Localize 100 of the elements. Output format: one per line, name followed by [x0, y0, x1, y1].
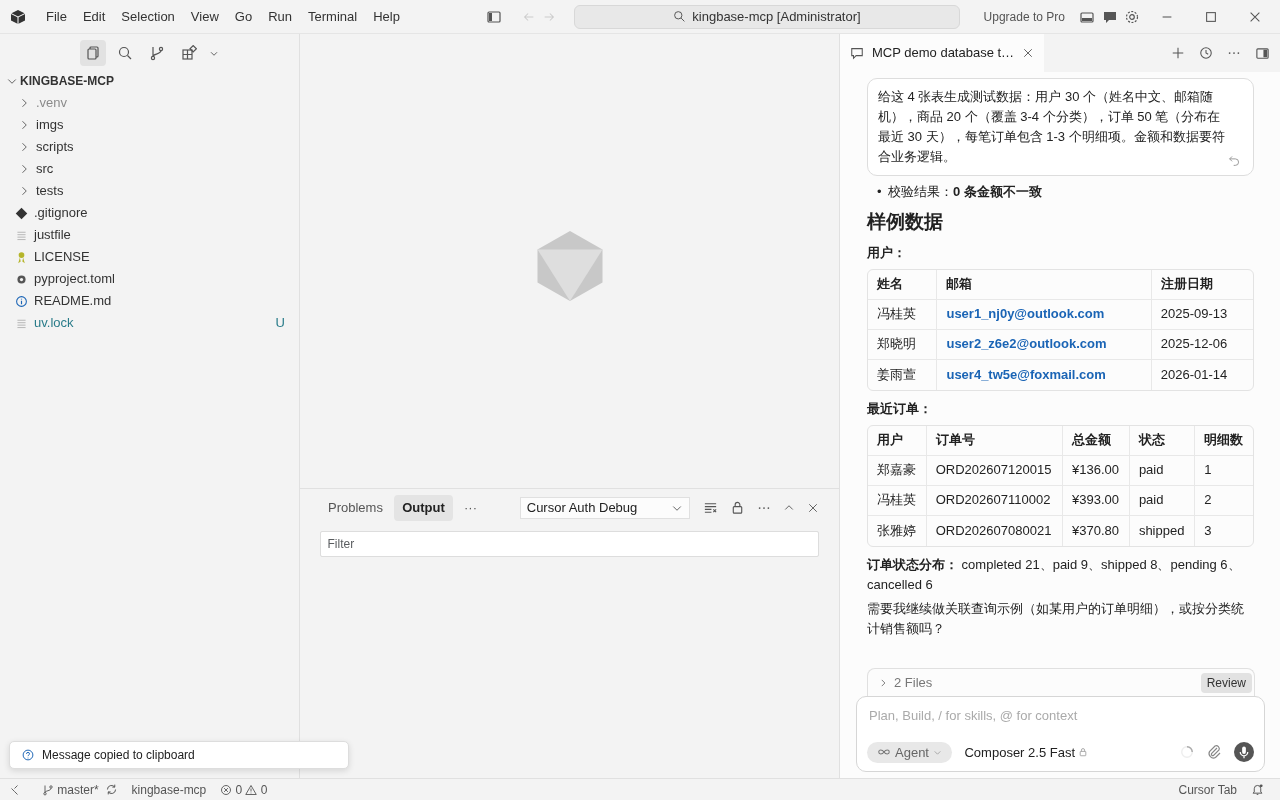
review-button[interactable]: Review [1200, 672, 1252, 693]
more-button[interactable]: ··· [464, 498, 477, 518]
table-cell: paid [1129, 485, 1196, 516]
maximize-icon[interactable] [1204, 9, 1218, 24]
table-cell: 郑嘉豪 [868, 455, 927, 486]
cursor-tab-status[interactable]: Cursor Tab [1178, 780, 1237, 799]
menu-item[interactable]: Terminal [300, 6, 366, 27]
table-cell: 姜雨萱 [868, 359, 938, 390]
panel-tab[interactable]: Problems [320, 495, 391, 521]
table-cell: 张雅婷 [868, 515, 927, 546]
explorer-item[interactable]: scripts [0, 136, 299, 158]
search-icon [673, 10, 687, 23]
column-header: 总金额 [1063, 425, 1130, 456]
branch-indicator[interactable]: master* [42, 780, 99, 799]
explorer-item[interactable]: tests [0, 180, 299, 202]
panel-tab[interactable]: Output [394, 495, 453, 521]
info-icon [15, 294, 28, 308]
table-cell: shipped [1129, 515, 1196, 546]
upgrade-link[interactable]: Upgrade to Pro [983, 7, 1065, 26]
section-heading: 样例数据 [867, 210, 944, 234]
composer-field[interactable]: Plan, Build, / for skills, @ for context Agent Composer 2.5 Fast [856, 696, 1265, 772]
column-header: 状态 [1129, 425, 1196, 456]
activity-tab[interactable] [79, 40, 106, 66]
search-icon [116, 45, 133, 61]
table-cell: ORD202607120015 [926, 455, 1064, 486]
table-cell: 2025-09-13 [1151, 299, 1253, 330]
help-circle-icon [22, 749, 34, 761]
explorer-root[interactable]: KINGBASE-MCP [0, 70, 299, 92]
table-cell: 2025-12-06 [1151, 329, 1253, 360]
clear-output-icon[interactable] [703, 500, 718, 516]
lock-icon[interactable] [730, 500, 745, 516]
extensions-icon [180, 45, 197, 61]
table-cell: 1 [1195, 455, 1253, 486]
column-header: 注册日期 [1151, 269, 1253, 300]
filter-field[interactable]: Filter [320, 530, 819, 557]
column-header: 订单号 [926, 425, 1064, 456]
table-cell: 2 [1195, 485, 1253, 516]
table-cell-text: 3 [1203, 521, 1213, 540]
explorer-item[interactable]: src [0, 158, 299, 180]
composer-input[interactable]: Plan, Build, / for skills, @ for context [867, 705, 1254, 727]
channel-dropdown[interactable]: Cursor Auth Debug [519, 496, 690, 519]
menu-item[interactable]: Run [260, 6, 300, 27]
column-header: 姓名 [868, 269, 938, 300]
bullet-mark: • [877, 183, 882, 201]
user-prompt-bubble[interactable]: 给这 4 张表生成测试数据：用户 30 个（姓名中文、邮箱随机），商品 20 个（覆盖 3-4 个分类），订单 50 笔（分布在最近 30 天），每笔订单包含 1-3 个明细项。金额和数据要符合业务逻辑。 [867, 78, 1254, 176]
paperclip-icon[interactable] [1206, 744, 1222, 761]
table-cell: paid [1129, 455, 1196, 486]
table-cell: 冯桂英 [868, 299, 938, 330]
menu-item[interactable]: Selection [113, 6, 183, 27]
project-name[interactable]: kingbase-mcp [131, 780, 207, 799]
problems-indicator[interactable]: 0 0 [220, 780, 268, 799]
agent-mode-dropdown[interactable]: Agent [867, 741, 952, 763]
table-cell: ¥136.00 [1063, 455, 1130, 486]
email-link[interactable]: user1_nj0y@outlook.com [946, 306, 1105, 322]
table-label: 最近订单： [867, 399, 933, 418]
table-label: 用户： [867, 243, 907, 262]
bell-icon[interactable] [1251, 783, 1264, 796]
result-text: 校验结果：0 条金额不一致 [888, 183, 1042, 201]
table-cell: ¥393.00 [1063, 485, 1130, 516]
table-cell: ORD202607080021 [926, 515, 1064, 546]
microphone-button-icon[interactable] [1234, 742, 1254, 763]
chat-tab[interactable]: MCP demo database t… [840, 34, 1045, 72]
explorer-item[interactable]: imgs [0, 114, 299, 136]
panel-layout-icon[interactable] [485, 8, 502, 25]
history-icon[interactable] [1199, 46, 1213, 60]
lock-icon [1078, 747, 1089, 758]
menu-item[interactable]: View [182, 6, 227, 27]
table-cell: ¥370.80 [1063, 515, 1130, 546]
menu-item[interactable]: Edit [74, 6, 114, 27]
table-cell: ORD202607110002 [926, 485, 1064, 516]
explorer-item[interactable]: justfile [0, 224, 299, 246]
email-link[interactable]: user4_tw5e@foxmail.com [946, 366, 1106, 382]
git-file-icon [15, 206, 28, 220]
command-center-search[interactable]: kingbase-mcp [Administrator] [574, 4, 960, 29]
explorer-item[interactable]: README.md [0, 290, 299, 312]
column-header: 明细数 [1195, 425, 1253, 456]
menu-item[interactable]: Go [226, 6, 261, 27]
chat-bubble-icon [850, 46, 864, 60]
settings-icon[interactable] [1124, 8, 1140, 25]
table-cell: 冯桂英 [868, 485, 927, 516]
gear-icon [15, 272, 28, 286]
sync-icon[interactable] [104, 783, 118, 796]
explorer-item[interactable]: .gitignore [0, 202, 299, 224]
git-status-text: U [275, 314, 285, 333]
source-control-icon [148, 45, 165, 61]
warning-icon [245, 783, 258, 796]
email-link[interactable]: user2_z6e2@outlook.com [946, 336, 1107, 352]
sidebar-toggle-icon[interactable] [1255, 45, 1270, 61]
explorer-item[interactable]: uv.lock U [0, 312, 299, 334]
files-icon [84, 45, 101, 61]
ribbon-icon [15, 250, 28, 264]
explorer-item[interactable]: LICENSE [0, 246, 299, 268]
model-selector[interactable]: Composer 2.5 Fast [964, 742, 1089, 762]
explorer-item[interactable]: pyproject.toml [0, 268, 299, 290]
column-header: 用户 [868, 425, 927, 456]
menu-item[interactable]: Help [365, 6, 408, 27]
column-header: 邮箱 [937, 269, 1152, 300]
menu-item[interactable]: File [38, 6, 75, 27]
close-icon[interactable] [807, 501, 819, 514]
close-icon [1022, 47, 1035, 59]
